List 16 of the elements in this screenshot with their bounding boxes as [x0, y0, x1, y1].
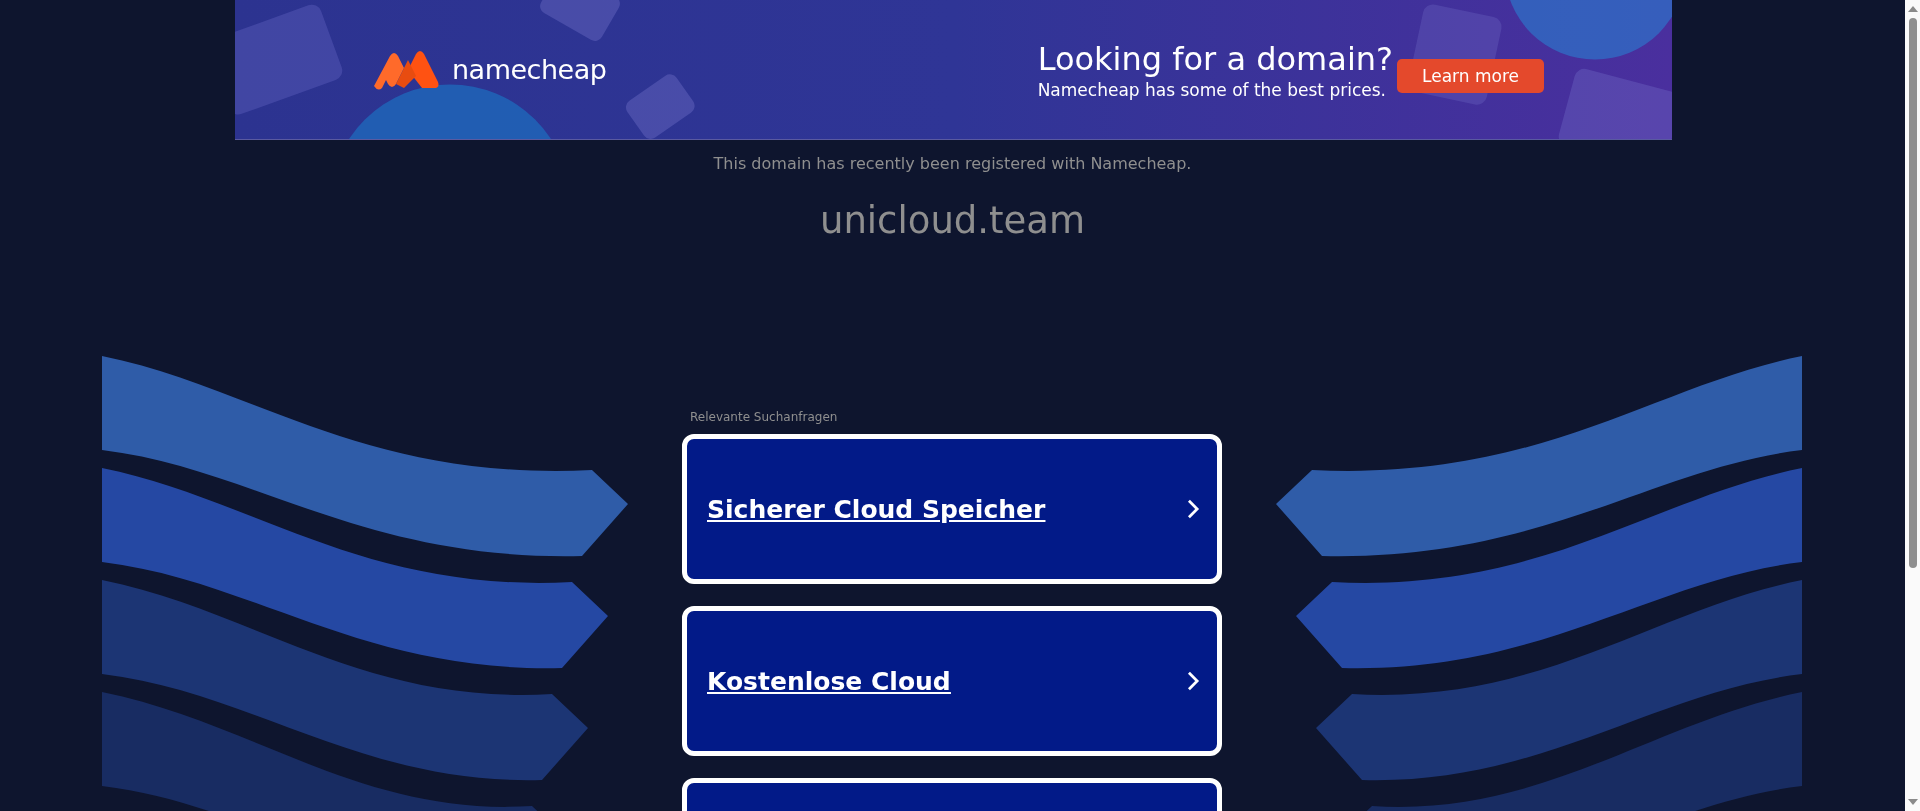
learn-more-button[interactable]: Learn more [1397, 58, 1544, 93]
related-searches-label: Relevante Suchanfragen [690, 410, 839, 424]
search-link-card[interactable]: Kostenlose Cloud [682, 606, 1222, 756]
logo-wordmark: namecheap [452, 54, 607, 85]
scrollbar-thumb[interactable] [1908, 18, 1917, 568]
search-link-card[interactable]: Sicherer Cloud Speicher [682, 434, 1222, 584]
registration-notice: This domain has recently been registered with Namecheap. [713, 154, 1192, 173]
chevron-right-icon [1187, 671, 1200, 691]
chevron-right-icon [1187, 499, 1200, 519]
ad-banner[interactable]: namecheap Looking for a domain? Namecheap has some of the best prices. Learn more [235, 0, 1672, 140]
banner-subline: Namecheap has some of the best prices. [1037, 78, 1387, 101]
scroll-down-icon[interactable] [1907, 799, 1918, 805]
banner-headline: Looking for a domain? [1037, 38, 1394, 79]
scroll-up-icon[interactable] [1907, 6, 1918, 12]
scrollbar[interactable] [1905, 0, 1920, 811]
domain-name: unicloud.team [819, 199, 1086, 242]
